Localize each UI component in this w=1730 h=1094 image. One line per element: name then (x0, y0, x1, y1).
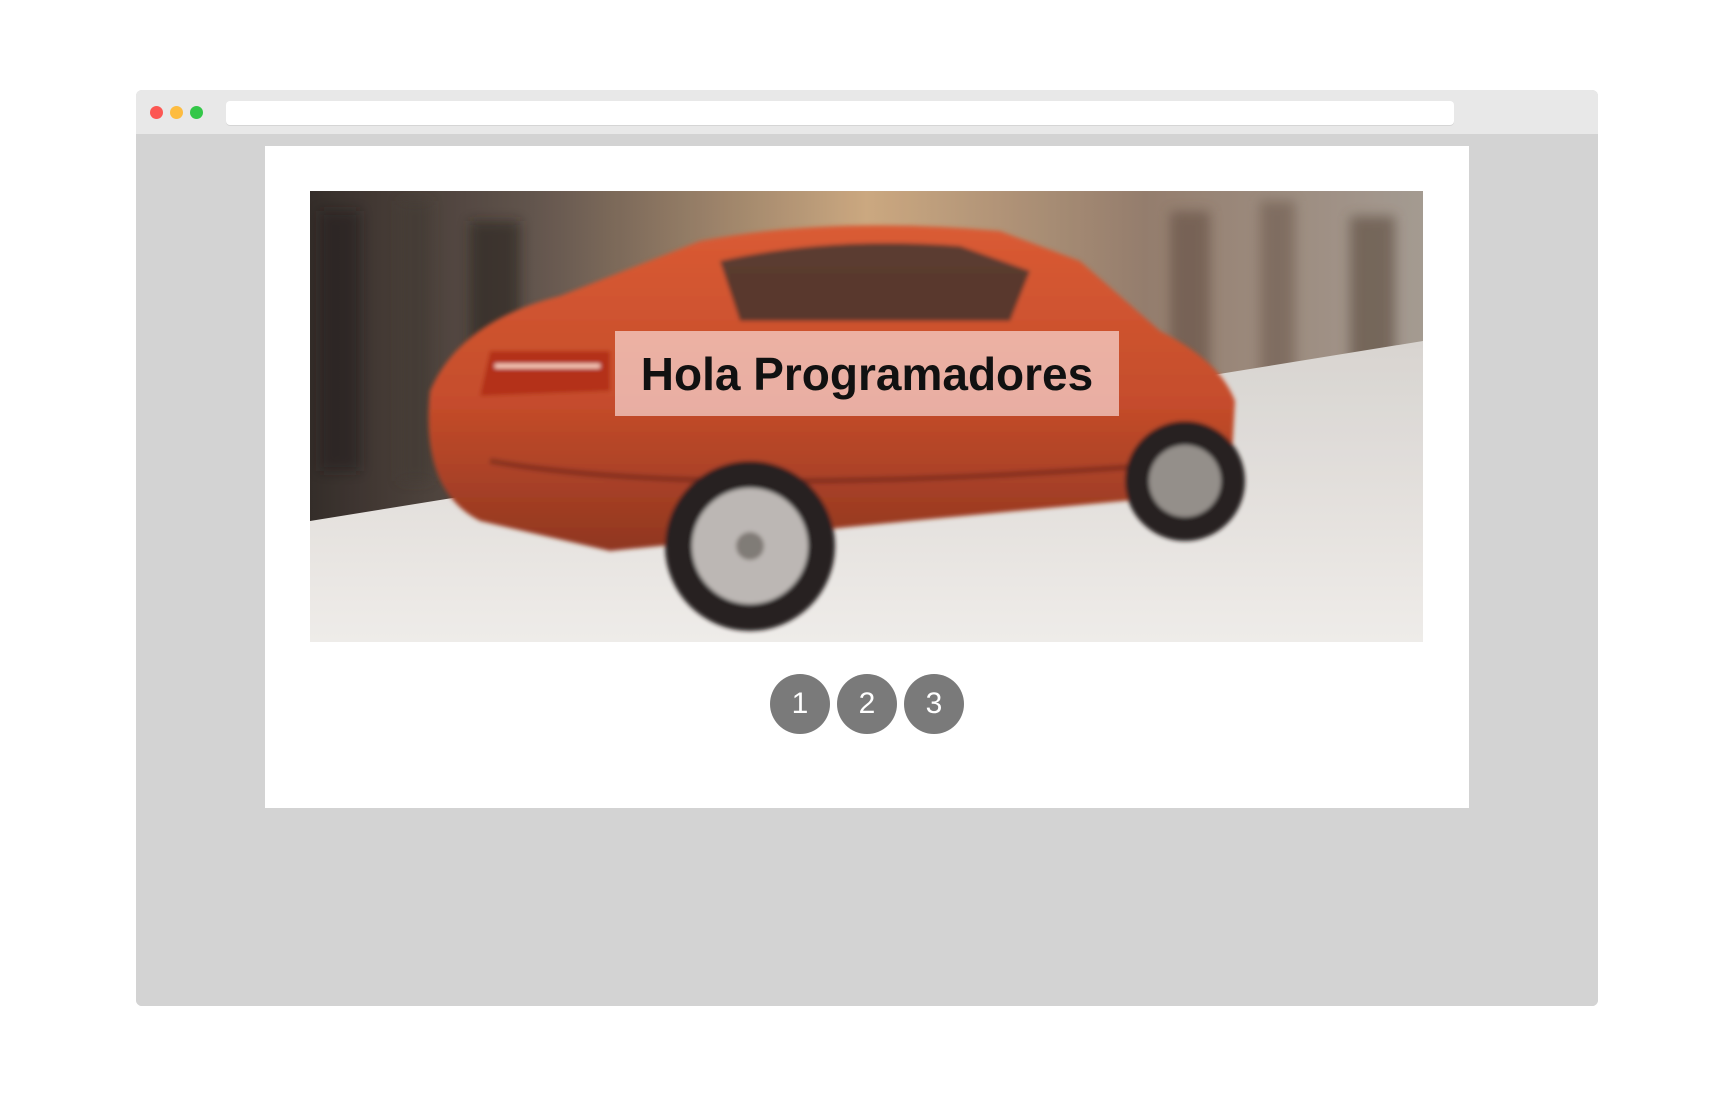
browser-window: Hola Programadores 1 2 3 (136, 90, 1598, 1006)
maximize-window-button[interactable] (190, 106, 203, 119)
address-bar[interactable] (226, 101, 1454, 125)
slider-pagination: 1 2 3 (265, 674, 1469, 734)
titlebar (136, 90, 1598, 134)
image-slider: Hola Programadores (310, 191, 1423, 642)
page-card: Hola Programadores 1 2 3 (265, 146, 1469, 808)
slide-caption-box: Hola Programadores (615, 331, 1119, 416)
pagination-button-2[interactable]: 2 (837, 674, 897, 734)
page-viewport: Hola Programadores 1 2 3 (136, 134, 1598, 1006)
close-window-button[interactable] (150, 106, 163, 119)
pagination-button-1[interactable]: 1 (770, 674, 830, 734)
minimize-window-button[interactable] (170, 106, 183, 119)
pagination-button-3[interactable]: 3 (904, 674, 964, 734)
slide-caption: Hola Programadores (640, 347, 1094, 400)
red-suv-photo (310, 191, 1423, 642)
